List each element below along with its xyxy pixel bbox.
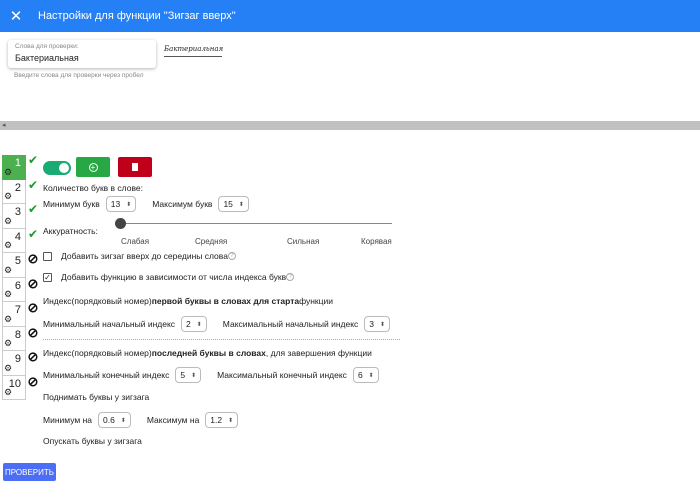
- min-letters-stepper[interactable]: 13 ⬍: [105, 196, 137, 212]
- end-index-title: Индекс(порядковый номер) последней буквы…: [43, 348, 372, 358]
- item-number: 10: [8, 377, 21, 390]
- words-hint: Введите слова для проверки через пробел: [14, 72, 144, 79]
- gear-icon[interactable]: ⚙: [4, 240, 12, 251]
- checkmark-icon: ✔: [27, 177, 39, 192]
- function-list: ⚙ 1 ⚙ 2 ⚙ 3 ⚙ 4 ⚙ 5 ⚙ 6 ⚙ 7 ⚙ 8 ⚙ 9 ⚙ 10: [2, 155, 26, 400]
- raise-max-label: Максимум на: [146, 415, 200, 425]
- max-end-label: Максимальный конечный индекс: [217, 370, 347, 380]
- gear-icon[interactable]: ⚙: [4, 216, 12, 227]
- sidebar-item-9[interactable]: ⚙ 9: [2, 351, 26, 376]
- words-field[interactable]: Слова для проверки: Бактериальная: [8, 40, 156, 68]
- close-icon[interactable]: ✕: [0, 7, 32, 25]
- letters-title-text: Количество букв в слове:: [43, 183, 143, 193]
- tick-label: Слабая: [121, 237, 150, 246]
- sidebar-item-1[interactable]: ⚙ 1: [2, 155, 26, 180]
- divider: [43, 339, 400, 340]
- words-label: Слова для проверки:: [15, 43, 79, 50]
- gear-icon[interactable]: ⚙: [4, 363, 12, 374]
- item-number: 8: [14, 328, 21, 341]
- gear-icon[interactable]: ⚙: [4, 191, 12, 202]
- max-start-label: Максимальный начальный индекс: [222, 319, 359, 329]
- max-letters-label: Максимум букв: [152, 199, 213, 209]
- header: ✕ Настройки для функции "Зигзаг вверх": [0, 0, 700, 32]
- min-end-label: Минимальный конечный индекс: [43, 370, 170, 380]
- disabled-icon: ⊘: [27, 300, 39, 315]
- max-letters-stepper[interactable]: 15 ⬍: [218, 196, 249, 212]
- sidebar-item-4[interactable]: ⚙ 4: [2, 228, 26, 253]
- gear-icon[interactable]: ⚙: [4, 167, 12, 178]
- gear-icon[interactable]: ⚙: [4, 338, 12, 349]
- accuracy-slider-handle[interactable]: [115, 218, 126, 229]
- word-preview: Бактериальная: [164, 45, 223, 57]
- raise-min-label: Минимум на: [43, 415, 92, 425]
- checkmark-icon: ✔: [27, 153, 39, 167]
- trash-icon: [132, 163, 138, 171]
- max-start-stepper[interactable]: 3 ⬍: [364, 316, 391, 332]
- item-number: 3: [14, 206, 21, 218]
- min-letters-label: Минимум букв: [43, 199, 100, 209]
- tick-label: Средняя: [195, 237, 228, 246]
- raise-title: Поднимать буквы у зигзага: [43, 392, 150, 402]
- item-number: 2: [14, 181, 21, 194]
- gear-icon[interactable]: ⚙: [4, 314, 12, 325]
- scroll-left-icon[interactable]: ◂: [2, 121, 6, 129]
- middle-zigzag-checkbox[interactable]: [43, 251, 52, 261]
- plus-circle-icon: +: [88, 162, 98, 172]
- raise-max-stepper[interactable]: 1.2 ⬍: [205, 412, 239, 428]
- min-start-label: Минимальный начальный индекс: [43, 319, 176, 329]
- add-button[interactable]: +: [76, 157, 110, 177]
- sidebar-item-3[interactable]: ⚙ 3: [2, 204, 26, 229]
- disabled-icon: ⊘: [27, 373, 39, 389]
- sidebar-item-8[interactable]: ⚙ 8: [2, 326, 26, 351]
- sidebar-item-2[interactable]: ⚙ 2: [2, 179, 26, 204]
- disabled-icon: ⊘: [27, 349, 39, 364]
- item-number: 7: [14, 304, 21, 316]
- checkmark-icon: ✔: [27, 226, 39, 241]
- middle-zigzag-label: Добавить зигзаг вверх до середины слова: [61, 251, 228, 261]
- delete-button[interactable]: [118, 157, 152, 177]
- disabled-icon: ⊘: [27, 275, 39, 291]
- letters-title: Количество букв в слове:: [43, 183, 143, 193]
- raise-min-stepper[interactable]: 0.6 ⬍: [98, 412, 131, 428]
- item-number: 5: [14, 255, 21, 267]
- horizontal-scrollbar[interactable]: ◂: [0, 121, 700, 130]
- disabled-icon: ⊘: [27, 324, 39, 340]
- words-input[interactable]: Бактериальная: [15, 53, 149, 63]
- sidebar-item-10[interactable]: ⚙ 10: [2, 375, 26, 400]
- page-title: Настройки для функции "Зигзаг вверх": [38, 10, 236, 22]
- help-icon[interactable]: ?: [286, 273, 295, 281]
- help-icon[interactable]: ?: [227, 252, 236, 260]
- sidebar-item-6[interactable]: ⚙ 6: [2, 277, 26, 302]
- item-number: 4: [14, 230, 21, 243]
- accuracy-label: Аккуратность:: [43, 226, 98, 236]
- min-end-stepper[interactable]: 5 ⬍: [175, 367, 202, 383]
- index-function-checkbox[interactable]: ✓: [43, 272, 52, 282]
- item-number: 9: [14, 353, 21, 365]
- disabled-icon: ⊘: [27, 251, 39, 266]
- lower-title: Опускать буквы у зигзага: [43, 436, 142, 446]
- min-start-stepper[interactable]: 2 ⬍: [181, 316, 207, 332]
- index-function-label: Добавить функцию в зависимости от числа …: [61, 272, 287, 282]
- gear-icon[interactable]: ⚙: [4, 265, 12, 276]
- check-button[interactable]: ПРОВЕРИТЬ: [3, 463, 56, 481]
- sidebar-item-5[interactable]: ⚙ 5: [2, 253, 26, 278]
- item-number: 1: [14, 157, 21, 169]
- enable-toggle[interactable]: [43, 161, 71, 175]
- accuracy-slider[interactable]: [120, 223, 392, 224]
- sidebar-item-7[interactable]: ⚙ 7: [2, 302, 26, 327]
- tick-label: Сильная: [287, 237, 320, 246]
- start-index-title: Индекс(порядковый номер) первой буквы в …: [43, 296, 334, 306]
- item-number: 6: [14, 279, 21, 292]
- max-end-stepper[interactable]: 6 ⬍: [352, 367, 379, 383]
- tick-label: Корявая: [361, 237, 392, 246]
- gear-icon[interactable]: ⚙: [4, 289, 12, 300]
- checkmark-icon: ✔: [27, 202, 39, 216]
